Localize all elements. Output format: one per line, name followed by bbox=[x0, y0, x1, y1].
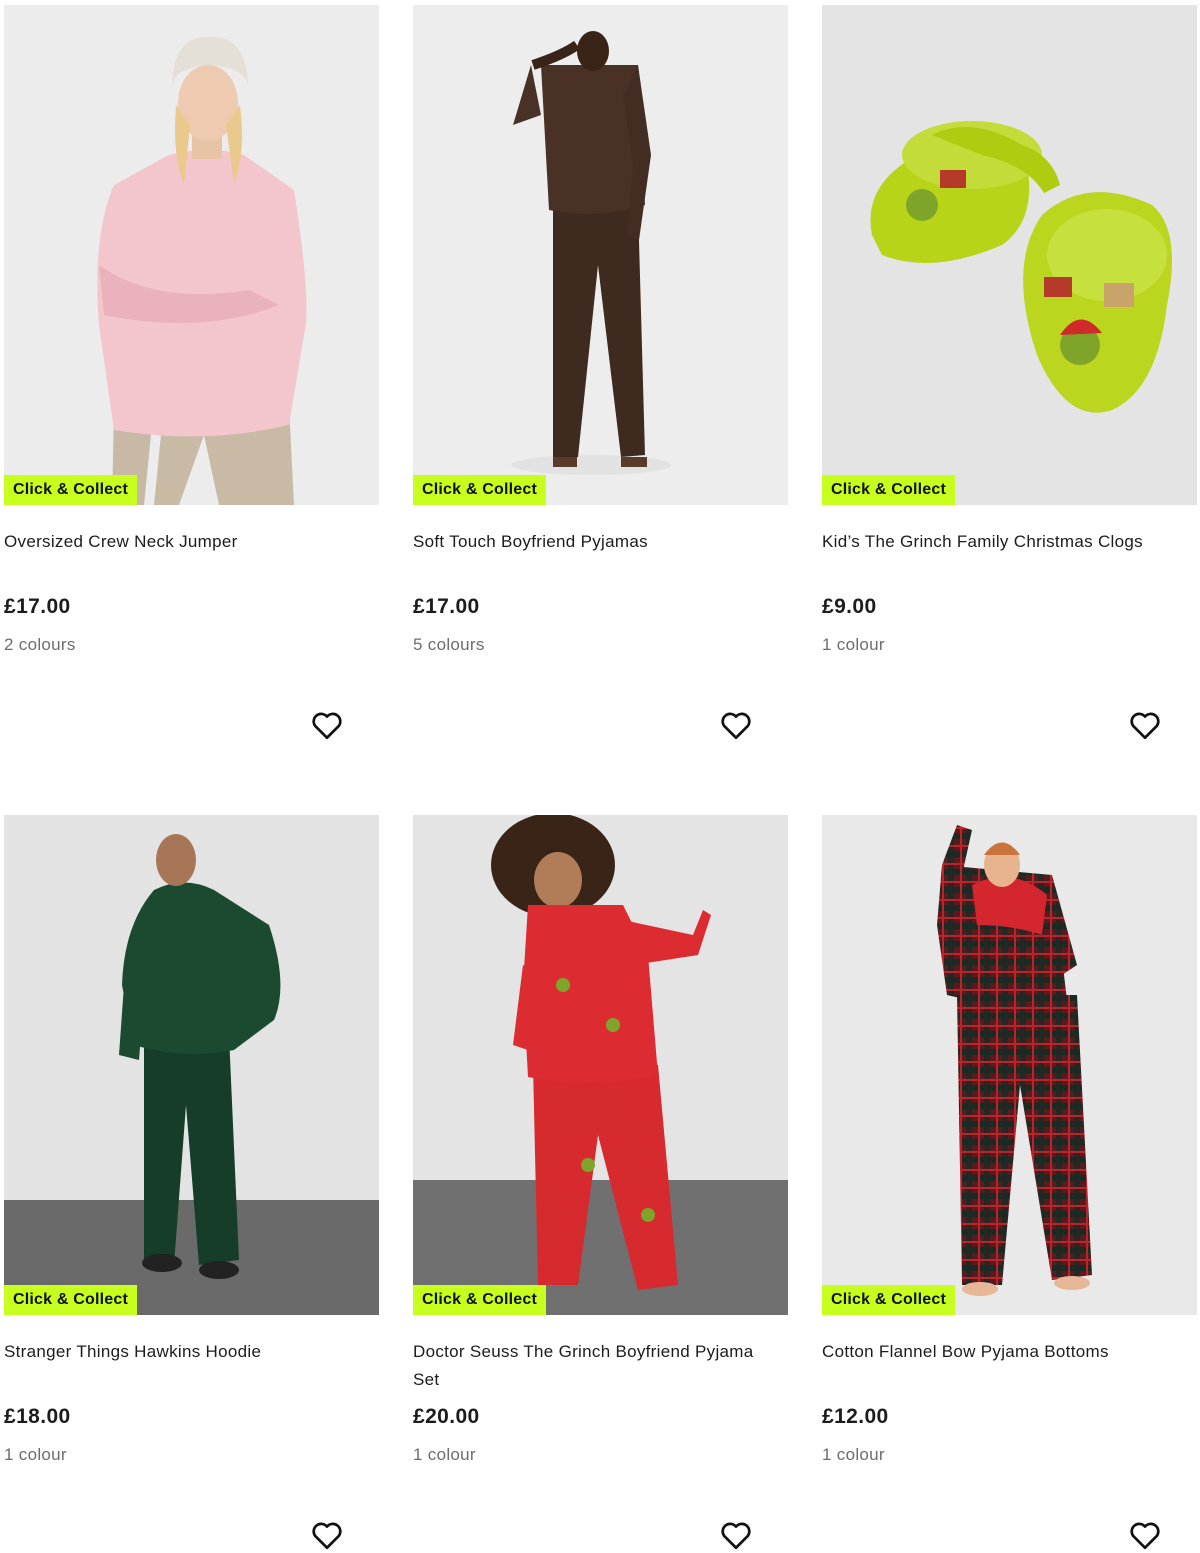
product-photo-flannel-pyjamas bbox=[822, 815, 1197, 1315]
product-image[interactable]: Click & Collect bbox=[413, 5, 788, 505]
product-photo-pyjamas bbox=[413, 5, 788, 505]
product-card: Click & Collect Stranger Things Hawkins … bbox=[4, 815, 379, 1553]
heart-outline-icon bbox=[1130, 1522, 1160, 1550]
product-image[interactable]: Click & Collect bbox=[4, 5, 379, 505]
product-price: £9.00 bbox=[822, 595, 877, 618]
product-price: £17.00 bbox=[4, 595, 71, 618]
wishlist-button[interactable] bbox=[716, 1515, 756, 1553]
product-card: Click & Collect Cotton Flannel Bow Pyjam… bbox=[822, 815, 1197, 1553]
heart-outline-icon bbox=[721, 1522, 751, 1550]
product-title[interactable]: Stranger Things Hawkins Hoodie bbox=[4, 1338, 369, 1366]
colour-count: 5 colours bbox=[413, 635, 485, 654]
product-price: £18.00 bbox=[4, 1405, 71, 1428]
product-photo-jumper bbox=[4, 5, 379, 505]
heart-outline-icon bbox=[1130, 712, 1160, 740]
click-collect-badge: Click & Collect bbox=[413, 1285, 547, 1315]
product-image[interactable]: Click & Collect bbox=[413, 815, 788, 1315]
heart-outline-icon bbox=[721, 712, 751, 740]
product-card: Click & Collect Oversized Crew Neck Jump… bbox=[4, 5, 379, 775]
colour-count: 1 colour bbox=[413, 1445, 476, 1464]
product-title[interactable]: Oversized Crew Neck Jumper bbox=[4, 528, 369, 556]
product-photo-clogs bbox=[822, 5, 1197, 505]
product-price: £12.00 bbox=[822, 1405, 889, 1428]
colour-count: 1 colour bbox=[822, 635, 885, 654]
product-card: Click & Collect Soft Touch Boyfriend Pyj… bbox=[413, 5, 788, 775]
click-collect-badge: Click & Collect bbox=[413, 475, 547, 505]
product-title[interactable]: Doctor Seuss The Grinch Boyfriend Pyjama… bbox=[413, 1338, 778, 1394]
product-card: Click & Collect Doctor Seuss The Grinch … bbox=[413, 815, 788, 1553]
wishlist-button[interactable] bbox=[1125, 705, 1165, 745]
product-title[interactable]: Cotton Flannel Bow Pyjama Bottoms bbox=[822, 1338, 1187, 1366]
wishlist-button[interactable] bbox=[1125, 1515, 1165, 1553]
product-price: £20.00 bbox=[413, 1405, 480, 1428]
heart-outline-icon bbox=[312, 1522, 342, 1550]
colour-count: 1 colour bbox=[822, 1445, 885, 1464]
product-photo-grinch-pyjamas bbox=[413, 815, 788, 1315]
click-collect-badge: Click & Collect bbox=[822, 475, 956, 505]
click-collect-badge: Click & Collect bbox=[4, 1285, 138, 1315]
wishlist-button[interactable] bbox=[307, 1515, 347, 1553]
product-photo-hoodie bbox=[4, 815, 379, 1315]
product-card: Click & Collect Kid’s The Grinch Family … bbox=[822, 5, 1197, 775]
product-image[interactable]: Click & Collect bbox=[822, 815, 1197, 1315]
click-collect-badge: Click & Collect bbox=[4, 475, 138, 505]
colour-count: 2 colours bbox=[4, 635, 76, 654]
product-title[interactable]: Soft Touch Boyfriend Pyjamas bbox=[413, 528, 778, 556]
product-grid: Click & Collect Oversized Crew Neck Jump… bbox=[0, 0, 1200, 1553]
wishlist-button[interactable] bbox=[716, 705, 756, 745]
product-image[interactable]: Click & Collect bbox=[822, 5, 1197, 505]
heart-outline-icon bbox=[312, 712, 342, 740]
product-image[interactable]: Click & Collect bbox=[4, 815, 379, 1315]
product-title[interactable]: Kid’s The Grinch Family Christmas Clogs bbox=[822, 528, 1187, 556]
colour-count: 1 colour bbox=[4, 1445, 67, 1464]
product-price: £17.00 bbox=[413, 595, 480, 618]
wishlist-button[interactable] bbox=[307, 705, 347, 745]
click-collect-badge: Click & Collect bbox=[822, 1285, 956, 1315]
